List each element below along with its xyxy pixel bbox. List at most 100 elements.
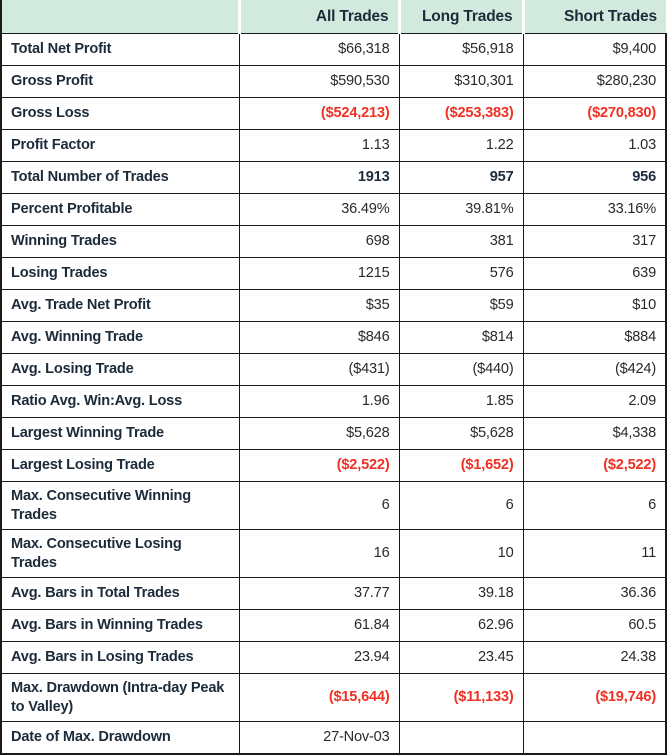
metric-value-cell-all: $35 xyxy=(238,289,400,322)
metric-label-cell: Largest Losing Trade xyxy=(0,449,240,482)
metric-label: Largest Losing Trade xyxy=(11,457,155,474)
metric-label-cell: Date of Max. Drawdown xyxy=(0,721,240,755)
header-cell-all-trades: All Trades xyxy=(237,0,399,34)
metric-value-all: 1.13 xyxy=(361,137,390,154)
metric-label: Date of Max. Drawdown xyxy=(11,729,171,746)
metric-value-short: 2.09 xyxy=(628,393,656,410)
metric-label: Avg. Losing Trade xyxy=(11,361,134,378)
metric-label-cell: Max. Consecutive Losing Trades xyxy=(0,529,240,578)
metric-label: Avg. Bars in Losing Trades xyxy=(11,649,194,666)
metric-value-long: 381 xyxy=(489,233,514,250)
metric-value-long: ($1,652) xyxy=(460,457,514,474)
metric-value-long: 1.85 xyxy=(485,393,514,410)
metric-value-short: 60.5 xyxy=(628,617,656,634)
table-row: Largest Winning Trade $5,628 $5,628 $4,338 xyxy=(0,417,667,450)
metric-value-cell-long: 1.85 xyxy=(398,385,524,418)
metric-value-cell-all: ($15,644) xyxy=(238,673,400,722)
metric-label-cell: Gross Loss xyxy=(0,97,240,130)
metric-value-cell-long: 6 xyxy=(398,481,524,530)
metric-value-short: 317 xyxy=(632,233,656,250)
metric-value-all: 23.94 xyxy=(353,649,390,666)
metric-value-cell-long: 62.96 xyxy=(398,609,524,642)
table-row: Max. Drawdown (Intra-day Peak to Valley)… xyxy=(0,673,667,722)
table-row: Max. Consecutive Losing Trades 16 10 11 xyxy=(0,529,667,578)
metric-value-cell-all: 27-Nov-03 xyxy=(238,721,400,755)
metric-value-short: 1.03 xyxy=(628,137,656,154)
metric-value-all: $66,318 xyxy=(338,41,390,58)
table-row: Losing Trades 1215 576 639 xyxy=(0,257,667,290)
metric-label-cell: Ratio Avg. Win:Avg. Loss xyxy=(0,385,240,418)
metric-value-long: $56,918 xyxy=(462,41,514,58)
metric-label: Ratio Avg. Win:Avg. Loss xyxy=(11,393,183,410)
metric-value-all: ($2,522) xyxy=(336,457,390,474)
metric-value-cell-long: 381 xyxy=(398,225,524,258)
metric-value-long: 576 xyxy=(489,265,514,282)
table-row: Total Number of Trades 1913 957 956 xyxy=(0,161,667,194)
metric-value-cell-long: 957 xyxy=(398,161,524,194)
table-row: Total Net Profit $66,318 $56,918 $9,400 xyxy=(0,33,667,66)
metric-label-cell: Winning Trades xyxy=(0,225,240,258)
metric-value-cell-short: 60.5 xyxy=(522,609,667,642)
metric-value-all: $846 xyxy=(357,329,390,346)
metric-value-cell-short: 317 xyxy=(522,225,667,258)
metric-value-long: ($11,133) xyxy=(453,689,514,706)
metric-value-all: 698 xyxy=(365,233,390,250)
metric-label-cell: Avg. Bars in Losing Trades xyxy=(0,641,240,674)
metric-value-cell-long: 39.81% xyxy=(398,193,524,226)
metric-value-cell-short: 33.16% xyxy=(522,193,667,226)
metric-value-cell-short: 639 xyxy=(522,257,667,290)
metric-value-cell-short: $9,400 xyxy=(522,33,667,66)
metric-value-cell-short: ($424) xyxy=(522,353,667,386)
metric-value-long: 23.45 xyxy=(477,649,514,666)
metric-value-all: $590,530 xyxy=(330,73,390,90)
metric-label: Avg. Bars in Winning Trades xyxy=(11,617,203,634)
metric-value-cell-long: ($253,383) xyxy=(398,97,524,130)
metric-value-cell-short: 6 xyxy=(522,481,667,530)
metric-value-cell-short: 24.38 xyxy=(522,641,667,674)
header-cell-metric xyxy=(0,0,239,34)
metric-value-all: 1.96 xyxy=(361,393,390,410)
metric-value-cell-long: $310,301 xyxy=(398,65,524,98)
metric-label-cell: Avg. Winning Trade xyxy=(0,321,240,354)
metric-label-cell: Max. Drawdown (Intra-day Peak to Valley) xyxy=(0,673,240,722)
metric-value-long: $5,628 xyxy=(470,425,514,442)
metric-value-short: $4,338 xyxy=(612,425,657,442)
metric-value-short: $884 xyxy=(624,329,656,346)
metric-value-all: 16 xyxy=(373,545,390,562)
metric-label-cell: Avg. Losing Trade xyxy=(0,353,240,386)
metric-value-cell-short: ($2,522) xyxy=(522,449,667,482)
metric-value-cell-long: ($1,652) xyxy=(398,449,524,482)
metric-value-cell-short: 11 xyxy=(522,529,667,578)
metric-value-short: ($424) xyxy=(615,361,656,378)
metric-label-cell: Avg. Bars in Winning Trades xyxy=(0,609,240,642)
metric-value-cell-long: 1.22 xyxy=(398,129,524,162)
metric-value-cell-short: 36.36 xyxy=(522,577,667,610)
metric-value-cell-short: $280,230 xyxy=(522,65,667,98)
table-row: Avg. Bars in Losing Trades 23.94 23.45 24.3… xyxy=(0,641,667,674)
metric-value-cell-short: ($19,746) xyxy=(522,673,667,722)
metric-label: Max. Drawdown (Intra-day Peak to Valley) xyxy=(11,680,225,715)
metric-label-cell: Avg. Trade Net Profit xyxy=(0,289,240,322)
metric-value-long: $814 xyxy=(481,329,514,346)
table-body: Total Net Profit $66,318 $56,918 $9,400 Gros… xyxy=(0,33,667,755)
metric-value-short: ($2,522) xyxy=(603,457,656,474)
metric-value-cell-all: ($2,522) xyxy=(238,449,400,482)
metric-value-long: 1.22 xyxy=(485,137,514,154)
metric-label-cell: Max. Consecutive Winning Trades xyxy=(0,481,240,530)
metric-value-cell-long: $814 xyxy=(398,321,524,354)
table-row: Avg. Trade Net Profit $35 $59 $10 xyxy=(0,289,667,322)
metric-value-cell-all: $590,530 xyxy=(238,65,400,98)
metric-label: Max. Consecutive Winning Trades xyxy=(11,488,191,523)
table-row: Avg. Losing Trade ($431) ($440) ($424) xyxy=(0,353,667,386)
metric-value-long: $310,301 xyxy=(454,73,514,90)
table-row: Percent Profitable 36.49% 39.81% 33.16% xyxy=(0,193,667,226)
metric-value-long: 62.96 xyxy=(477,617,514,634)
table-row: Largest Losing Trade ($2,522) ($1,652) ($2,… xyxy=(0,449,667,482)
metric-label: Avg. Winning Trade xyxy=(11,329,143,346)
metric-value-short: 11 xyxy=(641,545,656,562)
metric-value-cell-short: 2.09 xyxy=(522,385,667,418)
metric-value-long: 6 xyxy=(505,497,514,514)
metric-value-cell-short: $884 xyxy=(522,321,667,354)
metric-value-cell-all: $66,318 xyxy=(238,33,400,66)
metric-value-cell-all: 36.49% xyxy=(238,193,400,226)
